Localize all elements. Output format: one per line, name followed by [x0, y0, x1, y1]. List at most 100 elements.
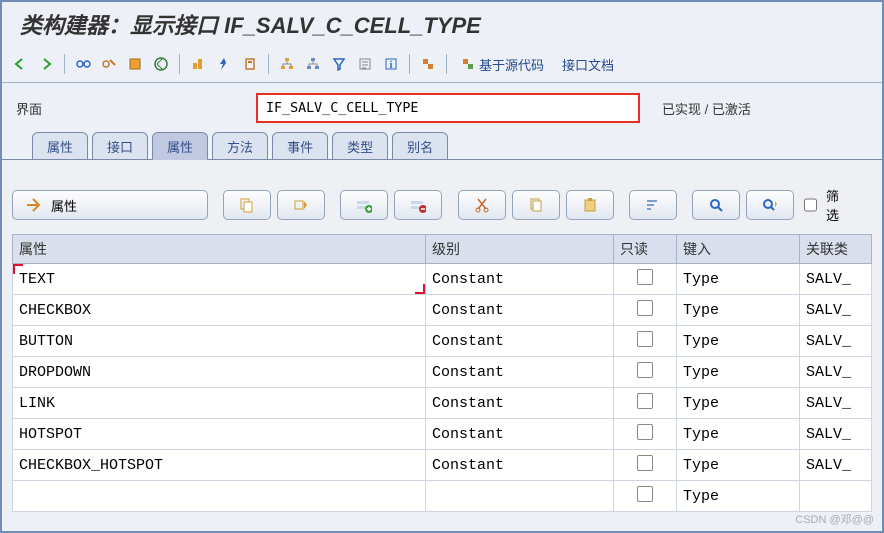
cell-type[interactable]: Type	[677, 326, 800, 357]
cell-type[interactable]: Type	[677, 481, 800, 512]
col-attr[interactable]: 属性	[13, 235, 426, 264]
cell-level[interactable]: Constant	[426, 419, 614, 450]
table-row[interactable]: Type	[13, 481, 872, 512]
cell-level[interactable]: Constant	[426, 264, 614, 295]
other-object-icon[interactable]	[123, 52, 147, 76]
local-class-icon[interactable]	[416, 52, 440, 76]
interface-status: 已实现 / 已激活	[650, 99, 751, 118]
tab-1[interactable]: 接口	[92, 132, 148, 159]
source-based-button[interactable]: 基于源代码	[453, 53, 552, 75]
filter-checkbox[interactable]: 筛选	[800, 186, 842, 224]
watermark: CSDN @邓@@	[795, 511, 874, 527]
interface-doc-button[interactable]: 接口文档	[554, 53, 622, 75]
cell-level[interactable]	[426, 481, 614, 512]
cell-attr[interactable]: TEXT	[13, 264, 426, 295]
cell-level[interactable]: Constant	[426, 357, 614, 388]
form-icon[interactable]	[353, 52, 377, 76]
table-row[interactable]: HOTSPOTConstant TypeSALV_	[13, 419, 872, 450]
test-icon[interactable]	[212, 52, 236, 76]
cell-assoc[interactable]: SALV_	[800, 295, 872, 326]
cell-assoc[interactable]: SALV_	[800, 357, 872, 388]
find-next-button[interactable]	[746, 190, 794, 220]
tab-3[interactable]: 方法	[212, 132, 268, 159]
tab-6[interactable]: 别名	[392, 132, 448, 159]
hierarchy2-icon[interactable]	[301, 52, 325, 76]
find-button[interactable]	[692, 190, 740, 220]
col-assoc[interactable]: 关联类	[800, 235, 872, 264]
tab-strip: 属性接口属性方法事件类型别名	[2, 129, 882, 160]
cell-readonly[interactable]	[614, 388, 677, 419]
cell-level[interactable]: Constant	[426, 450, 614, 481]
display-change-icon[interactable]	[97, 52, 121, 76]
glasses-icon[interactable]	[71, 52, 95, 76]
where-used-icon[interactable]	[238, 52, 262, 76]
cell-attr[interactable]: CHECKBOX_HOTSPOT	[13, 450, 426, 481]
tab-0[interactable]: 属性	[32, 132, 88, 159]
col-type[interactable]: 键入	[677, 235, 800, 264]
copy2-button[interactable]	[512, 190, 560, 220]
cell-readonly[interactable]	[614, 357, 677, 388]
tab-4[interactable]: 事件	[272, 132, 328, 159]
sort-button[interactable]	[629, 190, 677, 220]
cell-assoc[interactable]	[800, 481, 872, 512]
cell-type[interactable]: Type	[677, 264, 800, 295]
cell-type[interactable]: Type	[677, 388, 800, 419]
back-icon[interactable]	[8, 52, 32, 76]
cell-type[interactable]: Type	[677, 419, 800, 450]
cell-assoc[interactable]: SALV_	[800, 419, 872, 450]
cell-assoc[interactable]: SALV_	[800, 264, 872, 295]
cut-button[interactable]	[458, 190, 506, 220]
interface-input[interactable]	[256, 93, 640, 123]
hierarchy-icon[interactable]	[275, 52, 299, 76]
cell-type[interactable]: Type	[677, 295, 800, 326]
table-row[interactable]: LINKConstant TypeSALV_	[13, 388, 872, 419]
cell-assoc[interactable]: SALV_	[800, 388, 872, 419]
cell-readonly[interactable]	[614, 419, 677, 450]
cell-level[interactable]: Constant	[426, 295, 614, 326]
cell-attr[interactable]: CHECKBOX	[13, 295, 426, 326]
col-readonly[interactable]: 只读	[614, 235, 677, 264]
app-toolbar: i 基于源代码 接口文档	[2, 50, 882, 83]
cell-type[interactable]: Type	[677, 450, 800, 481]
page-title: 类构建器：显示接口 IF_SALV_C_CELL_TYPE	[2, 2, 882, 50]
delete-row-button[interactable]	[394, 190, 442, 220]
cell-readonly[interactable]	[614, 481, 677, 512]
cell-attr[interactable]	[13, 481, 426, 512]
paste-button[interactable]	[566, 190, 614, 220]
table-row[interactable]: CHECKBOXConstant TypeSALV_	[13, 295, 872, 326]
col-level[interactable]: 级别	[426, 235, 614, 264]
cell-attr[interactable]: DROPDOWN	[13, 357, 426, 388]
cell-attr[interactable]: HOTSPOT	[13, 419, 426, 450]
table-row[interactable]: CHECKBOX_HOTSPOTConstant TypeSALV_	[13, 450, 872, 481]
cell-assoc[interactable]: SALV_	[800, 450, 872, 481]
source-based-label: 基于源代码	[479, 55, 544, 74]
cell-readonly[interactable]	[614, 264, 677, 295]
attributes-main-button[interactable]: 属性	[12, 190, 208, 220]
cell-assoc[interactable]: SALV_	[800, 326, 872, 357]
insert-row-button[interactable]	[340, 190, 388, 220]
filter-icon[interactable]	[327, 52, 351, 76]
cell-readonly[interactable]	[614, 295, 677, 326]
cell-attr[interactable]: BUTTON	[13, 326, 426, 357]
cell-level[interactable]: Constant	[426, 388, 614, 419]
table-row[interactable]: BUTTONConstant TypeSALV_	[13, 326, 872, 357]
tab-2[interactable]: 属性	[152, 132, 208, 160]
table-row[interactable]: TEXTConstant TypeSALV_	[13, 264, 872, 295]
tab-5[interactable]: 类型	[332, 132, 388, 159]
attributes-toolbar: 属性 筛选	[12, 182, 872, 234]
cell-attr[interactable]: LINK	[13, 388, 426, 419]
check-icon[interactable]	[149, 52, 173, 76]
cell-level[interactable]: Constant	[426, 326, 614, 357]
move-button[interactable]	[277, 190, 325, 220]
cell-readonly[interactable]	[614, 450, 677, 481]
cell-type[interactable]: Type	[677, 357, 800, 388]
info-icon[interactable]: i	[379, 52, 403, 76]
forward-icon[interactable]	[34, 52, 58, 76]
filter-checkbox-label: 筛选	[826, 186, 842, 224]
copy-button[interactable]	[223, 190, 271, 220]
cell-readonly[interactable]	[614, 326, 677, 357]
attributes-main-label: 属性	[51, 196, 77, 215]
activate-icon[interactable]	[186, 52, 210, 76]
filter-checkbox-input[interactable]	[804, 197, 817, 213]
table-row[interactable]: DROPDOWNConstant TypeSALV_	[13, 357, 872, 388]
